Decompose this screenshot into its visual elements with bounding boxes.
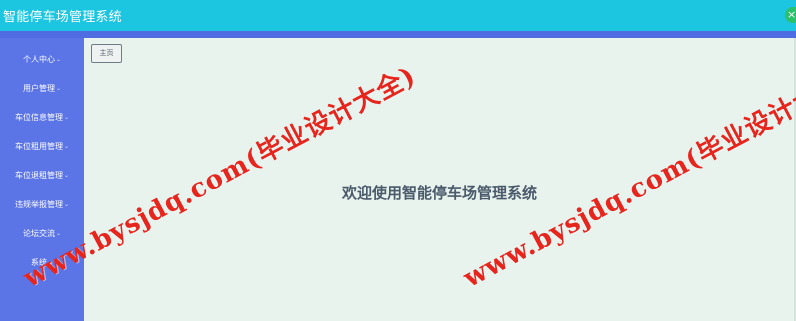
header-bar: 智能停车场管理系统 × bbox=[0, 0, 796, 31]
sidebar: 个人中心⌄ 用户管理⌄ 车位信息管理⌄ 车位租用管理⌄ 车位退租管理⌄ 违规举报… bbox=[0, 38, 84, 321]
chevron-down-icon: ⌄ bbox=[55, 85, 62, 92]
sidebar-item-space-info[interactable]: 车位信息管理⌄ bbox=[0, 112, 84, 125]
sidebar-item-users[interactable]: 用户管理⌄ bbox=[0, 83, 84, 96]
sidebar-item-system[interactable]: 系统⌄ bbox=[0, 257, 84, 270]
app-title: 智能停车场管理系统 bbox=[3, 10, 122, 25]
sidebar-item-space-return[interactable]: 车位退租管理⌄ bbox=[0, 170, 84, 183]
sidebar-item-label: 违规举报管理 bbox=[14, 200, 63, 209]
sidebar-item-forum[interactable]: 论坛交流⌄ bbox=[0, 228, 84, 241]
header-accent-bar bbox=[0, 31, 796, 38]
main-content: 主页 欢迎使用智能停车场管理系统 bbox=[84, 38, 796, 321]
tab-home[interactable]: 主页 bbox=[91, 44, 122, 63]
sidebar-item-label: 车位租用管理 bbox=[14, 142, 63, 151]
chevron-down-icon: ⌄ bbox=[63, 172, 70, 179]
sidebar-item-label: 车位退租管理 bbox=[14, 171, 63, 180]
sidebar-item-profile[interactable]: 个人中心⌄ bbox=[0, 54, 84, 67]
chevron-down-icon: ⌄ bbox=[47, 259, 54, 266]
chevron-down-icon: ⌄ bbox=[63, 143, 70, 150]
chevron-down-icon: ⌄ bbox=[55, 56, 62, 63]
sidebar-item-space-rental[interactable]: 车位租用管理⌄ bbox=[0, 141, 84, 154]
close-icon[interactable]: × bbox=[785, 7, 796, 23]
sidebar-item-violation-report[interactable]: 违规举报管理⌄ bbox=[0, 199, 84, 212]
sidebar-item-label: 车位信息管理 bbox=[14, 113, 63, 122]
sidebar-item-label: 论坛交流 bbox=[22, 229, 55, 238]
sidebar-item-label: 系统 bbox=[30, 258, 47, 267]
sidebar-item-label: 用户管理 bbox=[22, 84, 55, 93]
chevron-down-icon: ⌄ bbox=[55, 230, 62, 237]
chevron-down-icon: ⌄ bbox=[63, 201, 70, 208]
chevron-down-icon: ⌄ bbox=[63, 114, 70, 121]
welcome-message: 欢迎使用智能停车场管理系统 bbox=[342, 184, 538, 202]
sidebar-item-label: 个人中心 bbox=[22, 55, 55, 64]
